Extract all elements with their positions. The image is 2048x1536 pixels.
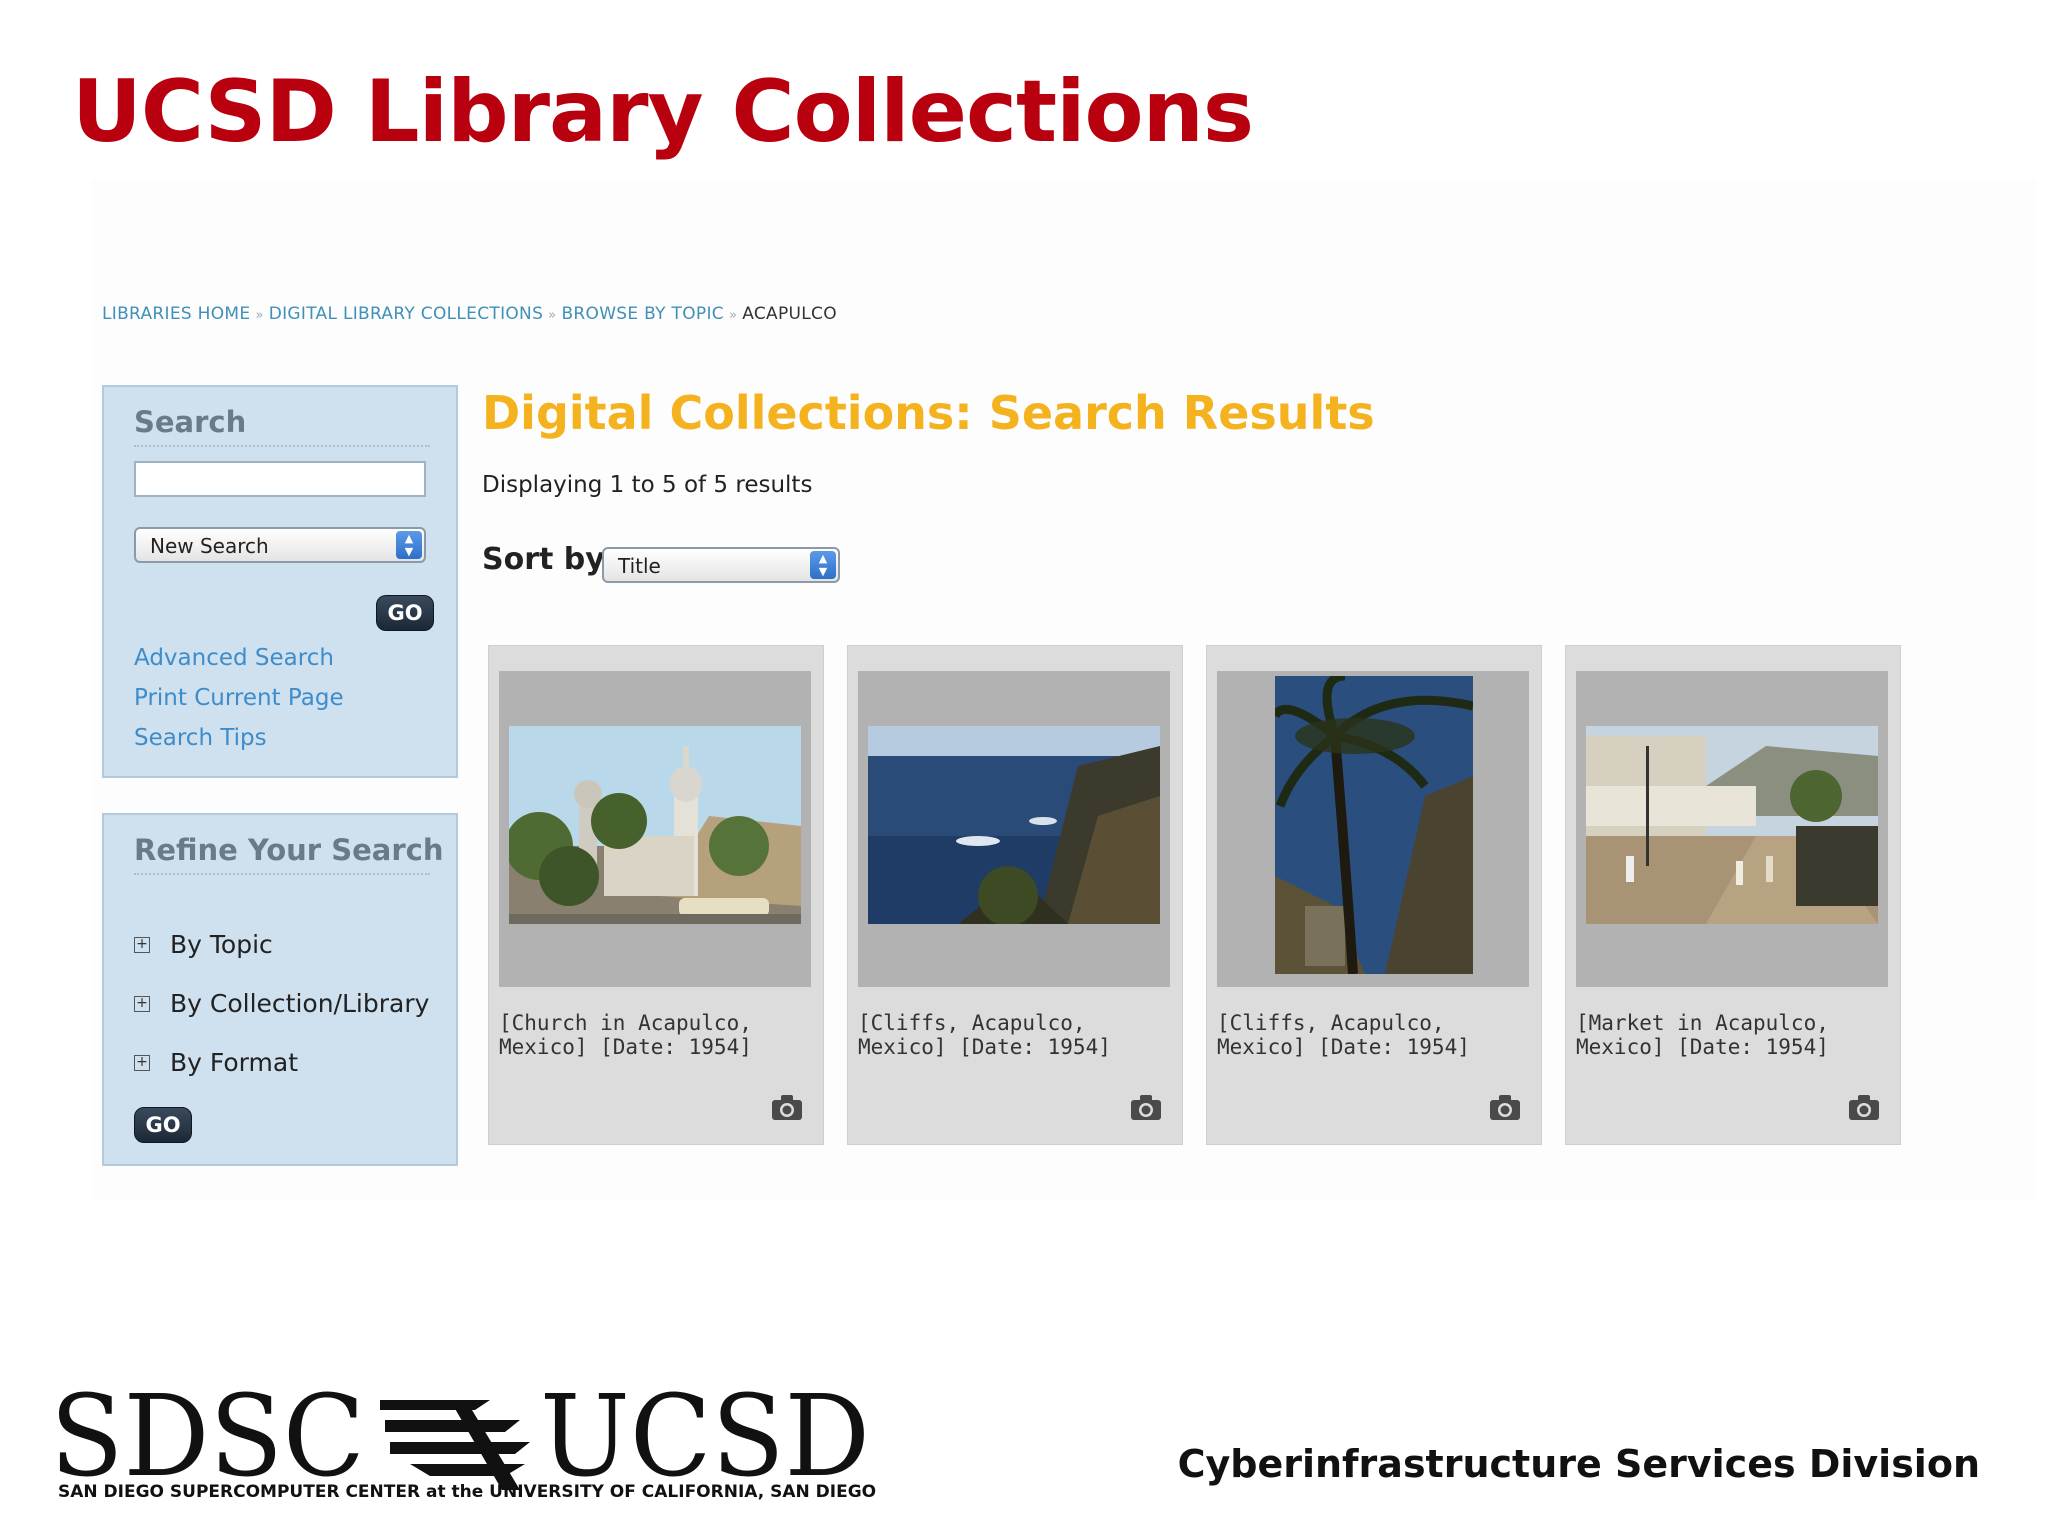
result-caption[interactable]: [Cliffs, Acapulco, Mexico] [Date: 1954] [1217, 1011, 1533, 1059]
result-caption[interactable]: [Cliffs, Acapulco, Mexico] [Date: 1954] [858, 1011, 1174, 1059]
expand-plus-icon[interactable]: + [134, 936, 150, 953]
result-thumbnail[interactable] [1576, 671, 1888, 987]
camera-icon [1131, 1095, 1161, 1120]
trident-emblem-icon [380, 1400, 530, 1490]
search-panel-heading: Search [134, 405, 430, 447]
result-card[interactable]: [Church in Acapulco, Mexico] [Date: 1954… [488, 645, 824, 1145]
division-name: Cyberinfrastructure Services Division [1177, 1442, 1980, 1486]
breadcrumb-current: ACAPULCO [742, 304, 837, 324]
slide-title: UCSD Library Collections [72, 62, 1254, 162]
search-input[interactable] [134, 461, 426, 497]
breadcrumb-separator: » [255, 308, 264, 323]
result-thumbnail[interactable] [499, 671, 811, 987]
camera-icon [1849, 1095, 1879, 1120]
refine-item-label: By Format [170, 1048, 298, 1077]
breadcrumb: LIBRARIES HOME » DIGITAL LIBRARY COLLECTIO… [102, 304, 837, 324]
breadcrumb-separator: » [548, 308, 557, 323]
search-panel: Search New Search ▲ ▼ GO Advanced Search … [102, 385, 458, 778]
search-go-button[interactable]: GO [376, 595, 434, 631]
church-photo [509, 726, 801, 924]
logo-tagline: SAN DIEGO SUPERCOMPUTER CENTER at the UN… [58, 1482, 877, 1502]
result-caption[interactable]: [Market in Acapulco, Mexico] [Date: 1954… [1576, 1011, 1892, 1059]
result-card[interactable]: [Cliffs, Acapulco, Mexico] [Date: 1954] [847, 645, 1183, 1145]
sort-value: Title [618, 554, 661, 578]
refine-panel-heading: Refine Your Search [134, 833, 443, 875]
cliffs-photo [868, 726, 1160, 924]
search-tips-link[interactable]: Search Tips [134, 725, 344, 765]
refine-item-by-collection[interactable]: + By Collection/Library [134, 974, 429, 1033]
refine-item-by-topic[interactable]: + By Topic [134, 915, 429, 974]
refine-item-label: By Topic [170, 930, 273, 959]
advanced-search-link[interactable]: Advanced Search [134, 645, 344, 685]
expand-plus-icon[interactable]: + [134, 1054, 150, 1071]
search-links: Advanced Search Print Current Page Searc… [134, 645, 344, 765]
refine-list: + By Topic + By Collection/Library + By … [134, 915, 429, 1092]
results-count: Displaying 1 to 5 of 5 results [482, 472, 813, 498]
search-mode-value: New Search [150, 534, 269, 558]
result-caption[interactable]: [Church in Acapulco, Mexico] [Date: 1954… [499, 1011, 815, 1059]
result-card[interactable]: [Market in Acapulco, Mexico] [Date: 1954… [1565, 645, 1901, 1145]
result-thumbnail[interactable] [858, 671, 1170, 987]
sort-select[interactable]: Title ▲ ▼ [602, 547, 840, 583]
market-photo [1586, 726, 1878, 924]
expand-plus-icon[interactable]: + [134, 995, 150, 1012]
results-title: Digital Collections: Search Results [482, 386, 1375, 440]
breadcrumb-digital-library-collections[interactable]: DIGITAL LIBRARY COLLECTIONS [269, 304, 543, 324]
library-page-screenshot: LIBRARIES HOME » DIGITAL LIBRARY COLLECTIO… [92, 180, 2036, 1200]
result-thumbnail[interactable] [1217, 671, 1529, 987]
result-card[interactable]: [Cliffs, Acapulco, Mexico] [Date: 1954] [1206, 645, 1542, 1145]
refine-panel: Refine Your Search + By Topic + By Colle… [102, 813, 458, 1166]
cliffs-palm-photo [1275, 676, 1473, 974]
camera-icon [772, 1095, 802, 1120]
refine-item-by-format[interactable]: + By Format [134, 1033, 429, 1092]
breadcrumb-libraries-home[interactable]: LIBRARIES HOME [102, 304, 250, 324]
sort-label: Sort by [482, 542, 605, 577]
print-current-page-link[interactable]: Print Current Page [134, 685, 344, 725]
breadcrumb-browse-by-topic[interactable]: BROWSE BY TOPIC [561, 304, 724, 324]
refine-go-button[interactable]: GO [134, 1107, 192, 1143]
camera-icon [1490, 1095, 1520, 1120]
select-arrows-icon: ▲ ▼ [396, 531, 422, 559]
breadcrumb-separator: » [728, 308, 738, 323]
select-arrows-icon: ▲ ▼ [810, 551, 836, 579]
refine-item-label: By Collection/Library [170, 989, 430, 1018]
search-mode-select[interactable]: New Search ▲ ▼ [134, 527, 426, 563]
